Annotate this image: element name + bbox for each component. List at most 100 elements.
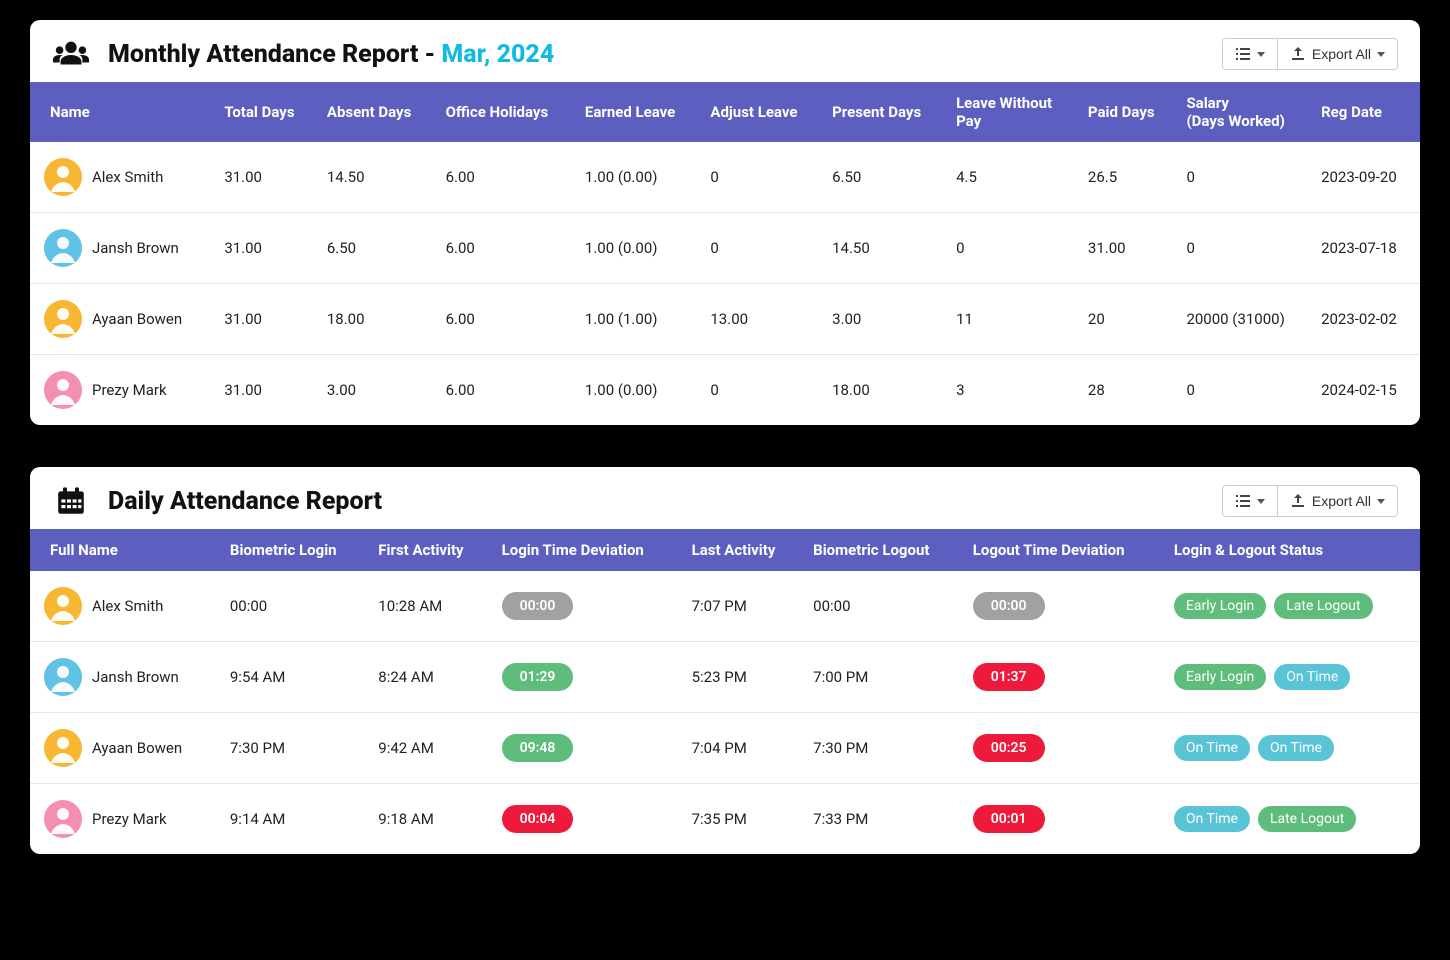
column-header[interactable]: First Activity xyxy=(368,529,491,571)
monthly-title-period: Mar, 2024 xyxy=(441,40,554,69)
monthly-attendance-card: Monthly Attendance Report - Mar, 2024 Ex… xyxy=(30,20,1420,425)
cell: 00:00 xyxy=(803,571,963,642)
cell: 9:54 AM xyxy=(220,642,368,713)
list-icon xyxy=(1235,493,1251,509)
table-row: Alex Smith31.0014.506.001.00 (0.00)06.50… xyxy=(30,142,1420,213)
cell: 14.50 xyxy=(317,142,436,213)
column-header[interactable]: Total Days xyxy=(214,82,317,142)
cell: 7:07 PM xyxy=(682,571,804,642)
table-row: Jansh Brown9:54 AM8:24 AM01:295:23 PM7:0… xyxy=(30,642,1420,713)
cell: 31.00 xyxy=(214,142,317,213)
export-icon xyxy=(1290,493,1306,509)
status-pill: Early Login xyxy=(1174,593,1266,619)
column-header[interactable]: Name xyxy=(30,82,214,142)
employee-name: Jansh Brown xyxy=(92,668,179,686)
cell: 2023-07-18 xyxy=(1311,213,1420,284)
cell: 00:00 xyxy=(492,571,682,642)
status-pill: On Time xyxy=(1274,664,1350,690)
login-deviation-pill: 00:00 xyxy=(502,592,574,620)
employee-name: Jansh Brown xyxy=(92,239,179,257)
cell: 00:00 xyxy=(220,571,368,642)
cell: 00:00 xyxy=(963,571,1164,642)
cell: 26.5 xyxy=(1078,142,1177,213)
column-header[interactable]: Absent Days xyxy=(317,82,436,142)
cell: 3 xyxy=(946,355,1078,426)
column-header[interactable]: Earned Leave xyxy=(575,82,700,142)
users-icon xyxy=(52,38,90,70)
column-header[interactable]: Login Time Deviation xyxy=(492,529,682,571)
cell: Prezy Mark xyxy=(30,355,214,426)
cell: 00:01 xyxy=(963,784,1164,855)
cell: 00:04 xyxy=(492,784,682,855)
column-header[interactable]: Reg Date xyxy=(1311,82,1420,142)
daily-title: Daily Attendance Report xyxy=(108,487,382,516)
export-all-label: Export All xyxy=(1312,46,1371,62)
monthly-title: Monthly Attendance Report - Mar, 2024 xyxy=(108,40,554,69)
avatar xyxy=(44,158,82,196)
cell: 28 xyxy=(1078,355,1177,426)
monthly-table: NameTotal DaysAbsent DaysOffice Holidays… xyxy=(30,82,1420,425)
chevron-down-icon xyxy=(1377,52,1385,57)
avatar xyxy=(44,658,82,696)
cell: 0 xyxy=(1176,213,1311,284)
cell: 6.50 xyxy=(822,142,946,213)
cell: 7:35 PM xyxy=(682,784,804,855)
column-header[interactable]: Office Holidays xyxy=(436,82,575,142)
column-header[interactable]: Leave WithoutPay xyxy=(946,82,1078,142)
cell: 14.50 xyxy=(822,213,946,284)
cell: 9:18 AM xyxy=(368,784,491,855)
cell: Alex Smith xyxy=(30,571,220,642)
chevron-down-icon xyxy=(1257,499,1265,504)
status-pill: On Time xyxy=(1174,735,1250,761)
cell: Jansh Brown xyxy=(30,642,220,713)
export-all-label: Export All xyxy=(1312,493,1371,509)
daily-attendance-card: Daily Attendance Report Export All xyxy=(30,467,1420,854)
list-icon xyxy=(1235,46,1251,62)
cell: 7:30 PM xyxy=(803,713,963,784)
cell: Prezy Mark xyxy=(30,784,220,855)
columns-menu-button[interactable] xyxy=(1223,486,1277,516)
cell: 6.00 xyxy=(436,355,575,426)
table-row: Alex Smith00:0010:28 AM00:007:07 PM00:00… xyxy=(30,571,1420,642)
column-header[interactable]: Last Activity xyxy=(682,529,804,571)
column-header[interactable]: Biometric Logout xyxy=(803,529,963,571)
cell: 9:14 AM xyxy=(220,784,368,855)
cell: 9:42 AM xyxy=(368,713,491,784)
cell: 1.00 (0.00) xyxy=(575,213,700,284)
export-all-button[interactable]: Export All xyxy=(1277,486,1397,516)
column-header[interactable]: Login & Logout Status xyxy=(1164,529,1420,571)
cell: Early Login Late Logout xyxy=(1164,571,1420,642)
column-header[interactable]: Present Days xyxy=(822,82,946,142)
cell: 6.50 xyxy=(317,213,436,284)
column-header[interactable]: Adjust Leave xyxy=(700,82,822,142)
cell: 1.00 (0.00) xyxy=(575,355,700,426)
cell: 10:28 AM xyxy=(368,571,491,642)
column-header[interactable]: Logout Time Deviation xyxy=(963,529,1164,571)
column-header[interactable]: Salary(Days Worked) xyxy=(1176,82,1311,142)
cell: 6.00 xyxy=(436,213,575,284)
status-pill: Late Logout xyxy=(1258,806,1356,832)
table-row: Jansh Brown31.006.506.001.00 (0.00)014.5… xyxy=(30,213,1420,284)
avatar xyxy=(44,300,82,338)
cell: 11 xyxy=(946,284,1078,355)
logout-deviation-pill: 00:01 xyxy=(973,805,1045,833)
status-pill: Late Logout xyxy=(1274,593,1372,619)
export-all-button[interactable]: Export All xyxy=(1277,39,1397,69)
export-icon xyxy=(1290,46,1306,62)
column-header[interactable]: Paid Days xyxy=(1078,82,1177,142)
column-header[interactable]: Full Name xyxy=(30,529,220,571)
daily-header-row: Full NameBiometric LoginFirst ActivityLo… xyxy=(30,529,1420,571)
cell: 2024-02-15 xyxy=(1311,355,1420,426)
cell: On TimeOn Time xyxy=(1164,713,1420,784)
column-header[interactable]: Biometric Login xyxy=(220,529,368,571)
cell: 7:30 PM xyxy=(220,713,368,784)
cell: 18.00 xyxy=(317,284,436,355)
login-deviation-pill: 09:48 xyxy=(502,734,574,762)
table-row: Prezy Mark31.003.006.001.00 (0.00)018.00… xyxy=(30,355,1420,426)
chevron-down-icon xyxy=(1377,499,1385,504)
daily-card-header: Daily Attendance Report Export All xyxy=(30,467,1420,529)
cell: 31.00 xyxy=(214,284,317,355)
cell: 5:23 PM xyxy=(682,642,804,713)
logout-deviation-pill: 00:25 xyxy=(973,734,1045,762)
columns-menu-button[interactable] xyxy=(1223,39,1277,69)
